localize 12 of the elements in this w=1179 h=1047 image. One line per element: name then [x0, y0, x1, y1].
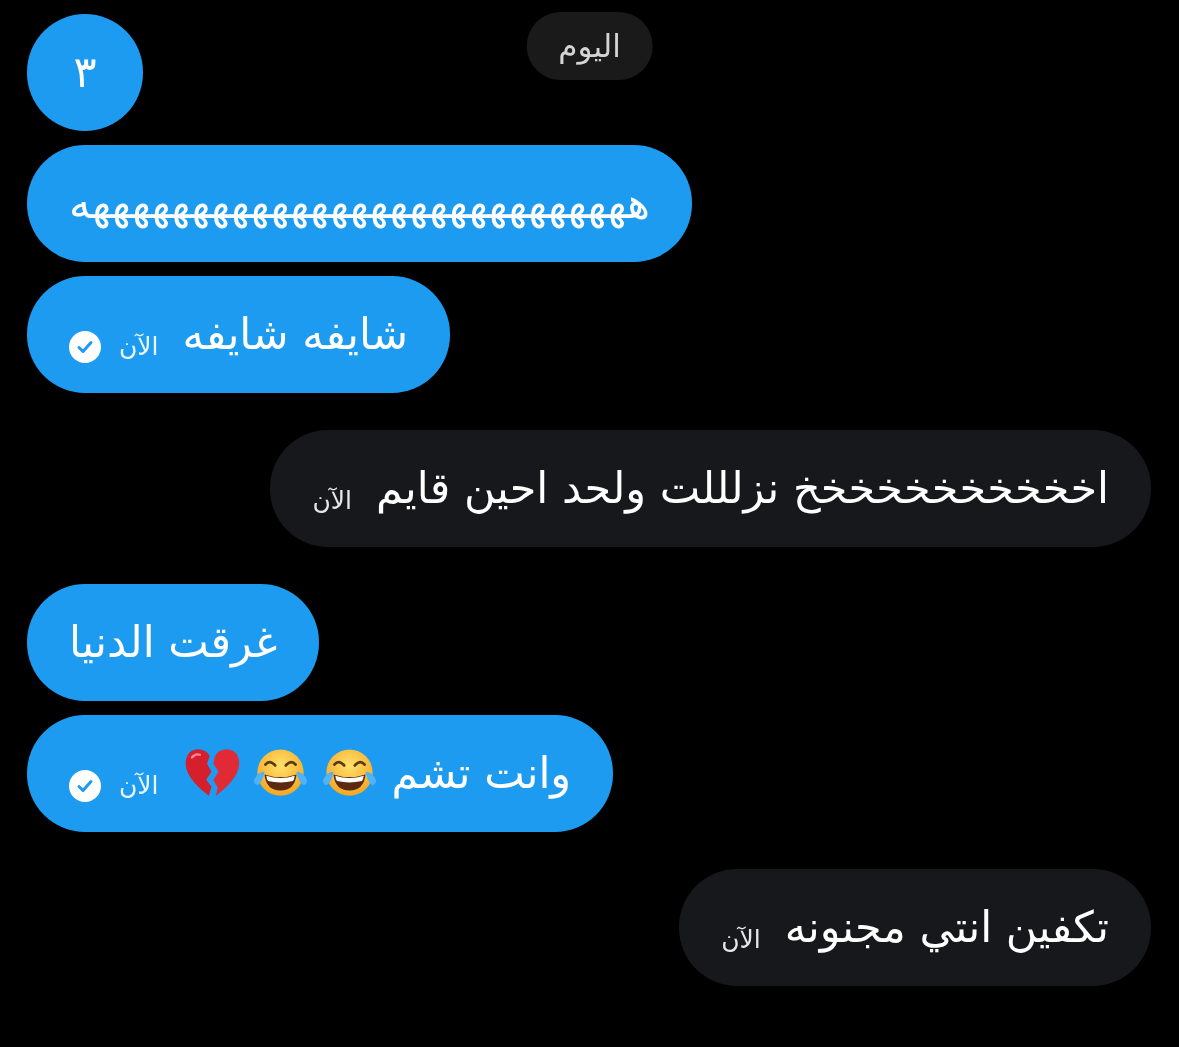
message-text: وانت تشم: [391, 747, 572, 800]
message-text: غرقت الدنيا: [69, 616, 278, 669]
timestamp: الآن: [721, 925, 761, 954]
message-text: ٣: [73, 46, 97, 99]
message-text: تكفين انتي مجنونه: [784, 901, 1109, 954]
message-text: ههههههههههههههههههههههههههههه: [69, 177, 650, 230]
timestamp: الآن: [312, 486, 353, 515]
message-text: شايفه شايفه: [182, 308, 409, 361]
date-pill: اليوم: [526, 12, 653, 80]
timestamp: الآن: [119, 771, 159, 800]
timestamp: الآن: [119, 332, 159, 361]
message-text: اخخخخخخخخخخخ نزلللت ولحد احين قايم: [376, 462, 1109, 515]
